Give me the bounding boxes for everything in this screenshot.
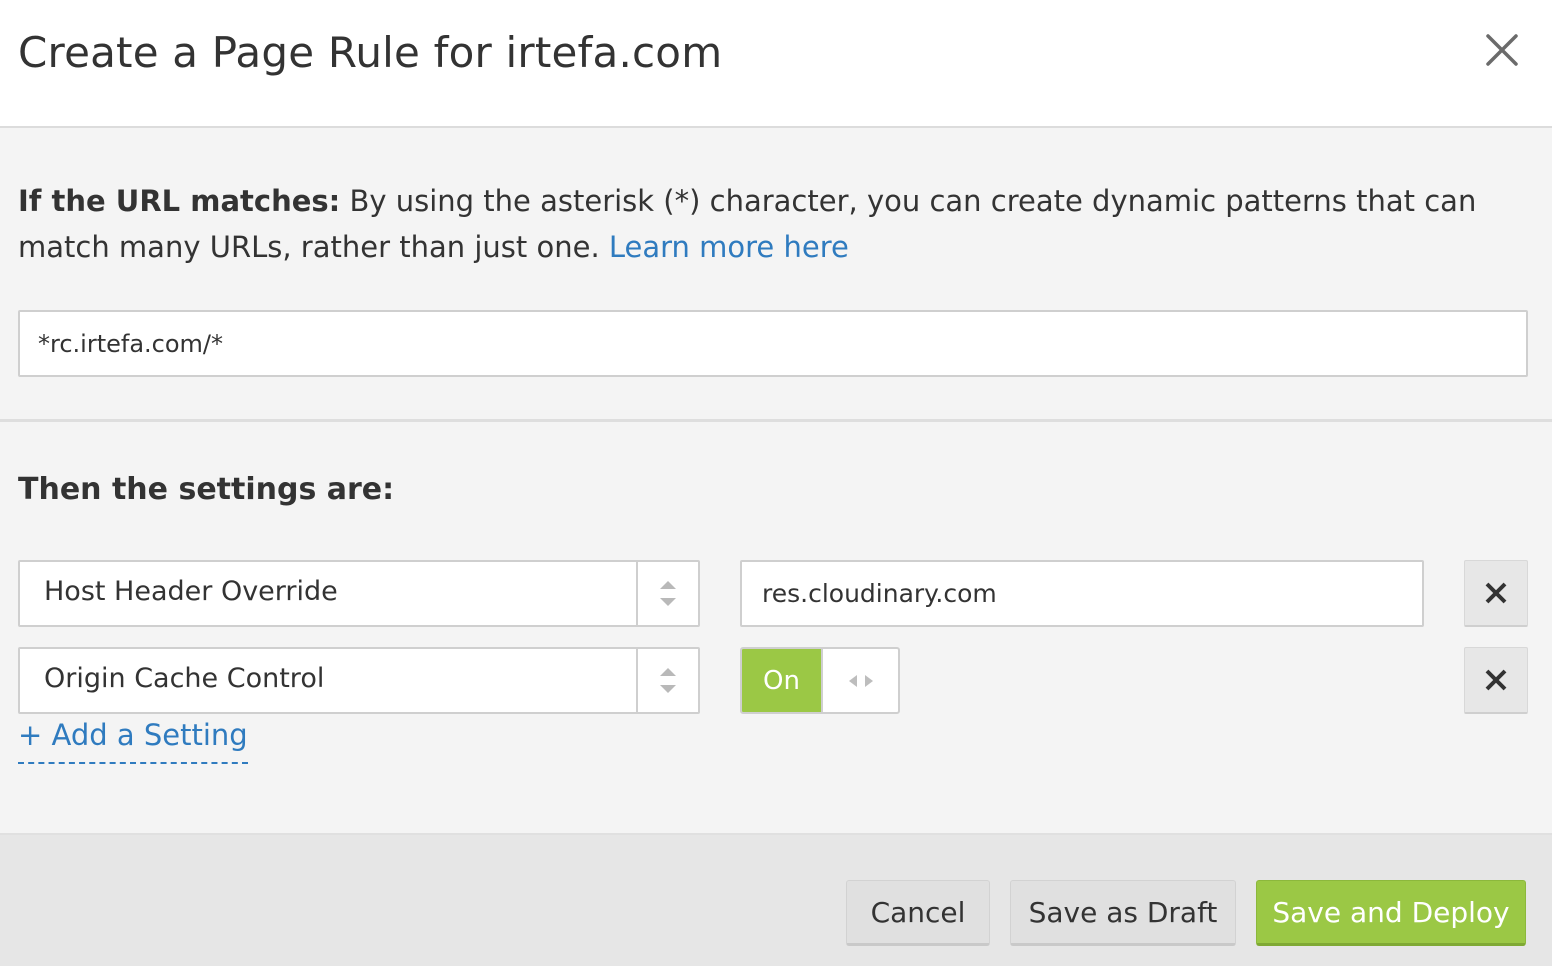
toggle-on-label: On [742, 649, 823, 712]
setting-select[interactable]: Origin Cache Control [18, 647, 700, 714]
url-match-description: If the URL matches: By using the asteris… [18, 178, 1518, 270]
page-rule-dialog: Create a Page Rule for irtefa.com If the… [0, 0, 1552, 966]
dialog-header: Create a Page Rule for irtefa.com [0, 0, 1552, 128]
origin-cache-control-toggle[interactable]: On [740, 647, 900, 714]
dialog-title: Create a Page Rule for irtefa.com [18, 28, 723, 77]
url-match-section: If the URL matches: By using the asteris… [0, 128, 1552, 422]
remove-icon [1485, 669, 1507, 691]
close-icon[interactable] [1482, 30, 1522, 70]
url-pattern-input[interactable] [18, 310, 1528, 377]
save-and-deploy-button[interactable]: Save and Deploy [1256, 880, 1526, 946]
add-setting-link[interactable]: + Add a Setting [18, 718, 248, 764]
host-header-value-input[interactable] [740, 560, 1424, 627]
settings-section: Then the settings are: Host Header Overr… [0, 422, 1552, 835]
remove-setting-button[interactable] [1464, 647, 1528, 714]
setting-row: Host Header Override [18, 560, 1528, 627]
settings-title: Then the settings are: [18, 472, 395, 507]
dialog-footer: Cancel Save as Draft Save and Deploy [0, 835, 1552, 966]
url-match-label: If the URL matches: [18, 184, 341, 218]
learn-more-link[interactable]: Learn more here [609, 230, 849, 264]
remove-setting-button[interactable] [1464, 560, 1528, 627]
cancel-button[interactable]: Cancel [846, 880, 990, 946]
setting-select-value: Origin Cache Control [44, 663, 325, 694]
select-arrows-icon [636, 562, 698, 625]
setting-select[interactable]: Host Header Override [18, 560, 700, 627]
select-arrows-icon [636, 649, 698, 712]
remove-icon [1485, 582, 1507, 604]
save-as-draft-button[interactable]: Save as Draft [1010, 880, 1236, 946]
setting-row: Origin Cache Control On [18, 647, 1528, 714]
setting-select-value: Host Header Override [44, 576, 338, 607]
toggle-handle-icon [823, 649, 898, 712]
